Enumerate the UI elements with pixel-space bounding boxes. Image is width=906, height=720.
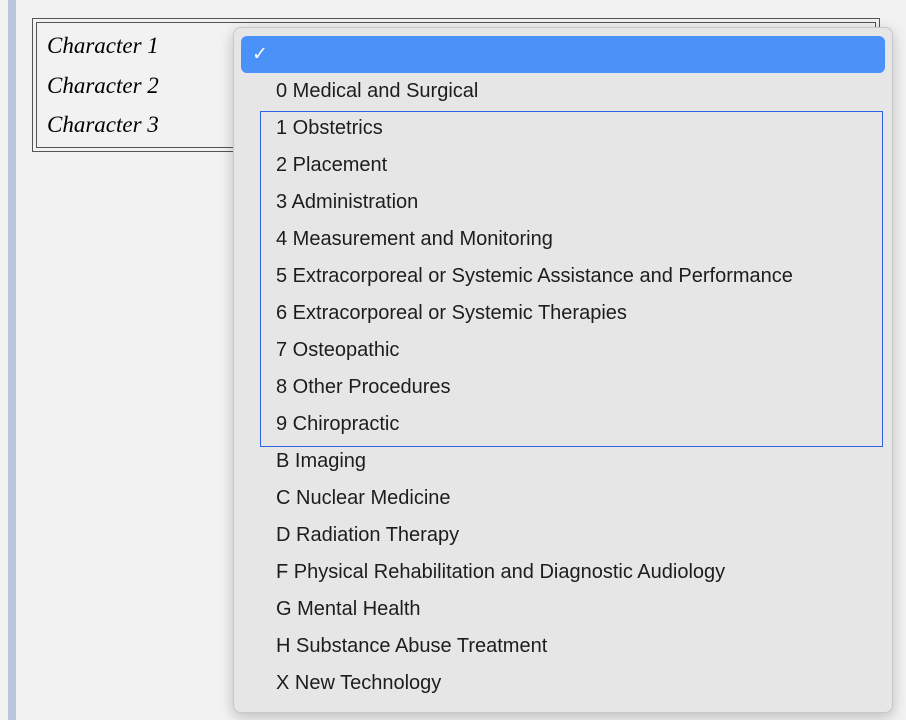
dropdown-option[interactable]: 9 Chiropractic xyxy=(241,406,885,443)
dropdown-option[interactable]: X New Technology xyxy=(241,665,885,702)
page-left-stripe xyxy=(8,0,16,720)
dropdown-option[interactable]: F Physical Rehabilitation and Diagnostic… xyxy=(241,554,885,591)
dropdown-option[interactable]: C Nuclear Medicine xyxy=(241,480,885,517)
checkmark-icon: ✓ xyxy=(252,44,268,65)
character-2-label: Character 2 xyxy=(47,73,159,98)
dropdown-option[interactable]: 1 Obstetrics xyxy=(241,110,885,147)
dropdown-option-blank-selected[interactable]: ✓ xyxy=(241,36,885,73)
dropdown-option[interactable]: H Substance Abuse Treatment xyxy=(241,628,885,665)
dropdown-option[interactable]: 4 Measurement and Monitoring xyxy=(241,221,885,258)
dropdown-option[interactable]: 0 Medical and Surgical xyxy=(241,73,885,110)
dropdown-option[interactable]: 3 Administration xyxy=(241,184,885,221)
dropdown-option[interactable]: 8 Other Procedures xyxy=(241,369,885,406)
dropdown-option[interactable]: D Radiation Therapy xyxy=(241,517,885,554)
character-1-dropdown-menu[interactable]: ✓ 0 Medical and Surgical 1 Obstetrics 2 … xyxy=(233,27,893,713)
character-1-label: Character 1 xyxy=(47,33,159,58)
dropdown-option[interactable]: G Mental Health xyxy=(241,591,885,628)
dropdown-option[interactable]: B Imaging xyxy=(241,443,885,480)
dropdown-option[interactable]: 5 Extracorporeal or Systemic Assistance … xyxy=(241,258,885,295)
dropdown-option[interactable]: 6 Extracorporeal or Systemic Therapies xyxy=(241,295,885,332)
character-3-label: Character 3 xyxy=(47,112,159,137)
dropdown-option[interactable]: 2 Placement xyxy=(241,147,885,184)
dropdown-option[interactable]: 7 Osteopathic xyxy=(241,332,885,369)
